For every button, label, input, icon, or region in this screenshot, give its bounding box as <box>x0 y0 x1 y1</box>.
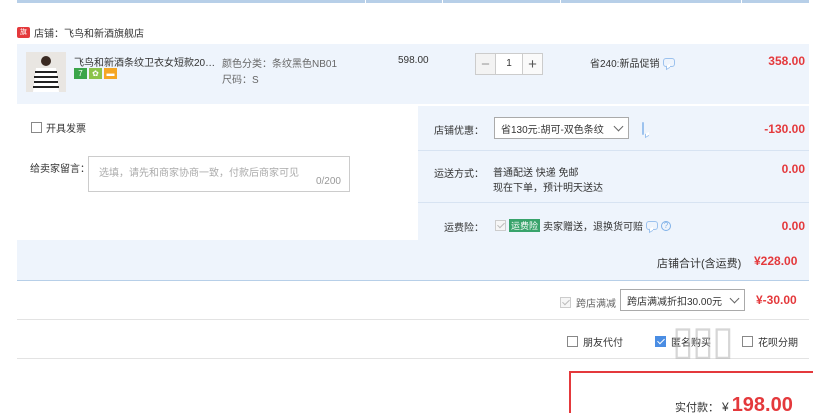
pay-total: 实付款： ¥ 198.00 <box>675 394 793 413</box>
product-title[interactable]: 飞鸟和新酒条纹卫衣女短款202... <box>74 54 219 69</box>
help-icon[interactable]: ? <box>661 220 672 231</box>
shipping-eta: 现在下单，预计明天送达 <box>493 183 603 194</box>
chevron-down-icon <box>613 121 624 131</box>
promo-text: 省240:新品促销 <box>590 59 660 70</box>
sku-color: 颜色分类：条纹黑色NB01 <box>222 59 338 70</box>
item-subtotal: 358.00 <box>768 54 805 68</box>
chat-icon[interactable] <box>642 122 644 135</box>
invoice-option[interactable]: 开具发票 <box>31 120 86 135</box>
remark-label: 给卖家留言： <box>30 164 90 175</box>
shipping-label: 运送方式： <box>434 169 484 180</box>
increase-button[interactable]: + <box>522 53 543 75</box>
table-header-divider <box>17 0 809 3</box>
installment-option[interactable]: 花呗分期 <box>742 334 798 349</box>
unit-price: 598.00 <box>398 55 429 66</box>
cross-store-select-value: 跨店满减折扣30.00元 <box>627 296 723 308</box>
shop-total-value: ¥228.00 <box>754 254 798 268</box>
service-badges: 7 ✿ ▬ <box>74 68 117 79</box>
friend-pay-checkbox[interactable] <box>567 336 578 347</box>
remark-char-count: 0/200 <box>315 176 341 187</box>
divider <box>418 202 809 203</box>
quantity-input[interactable]: 1 <box>496 53 522 75</box>
shop-name[interactable]: 店铺：飞鸟和新酒旗舰店 <box>34 25 144 40</box>
anonymous-checkbox[interactable] <box>655 336 666 347</box>
item-promo: 省240:新品促销 <box>590 55 676 70</box>
product-thumbnail[interactable] <box>26 52 66 92</box>
insurance-tag: 运费险 <box>509 219 541 232</box>
pay-total-amount: 198.00 <box>731 394 793 413</box>
seven-day-return-icon[interactable]: 7 <box>74 68 87 79</box>
installment-label: 花呗分期 <box>758 338 798 349</box>
divider <box>418 150 809 151</box>
quantity-stepper: − 1 + <box>475 53 543 75</box>
shop-discount-select[interactable]: 省130元:胡可-双色条纹 <box>494 117 629 139</box>
shop-total-label: 店铺合计(含运费) <box>657 258 742 270</box>
friend-pay-label: 朋友代付 <box>583 338 623 349</box>
cross-store-checkbox <box>560 297 571 308</box>
decrease-button[interactable]: − <box>475 53 496 75</box>
shop-header: 旗舰 店铺：飞鸟和新酒旗舰店 <box>17 24 144 47</box>
divider <box>17 280 809 281</box>
remark-textarea[interactable]: 选填，请先和商家协商一致，付款后商家可见 0/200 <box>88 156 350 192</box>
cross-store-select[interactable]: 跨店满减折扣30.00元 <box>620 289 745 311</box>
cross-store-option: 跨店满减 <box>560 295 616 310</box>
invoice-checkbox[interactable] <box>31 122 42 133</box>
cross-store-amount: ¥-30.00 <box>756 293 797 307</box>
remark-placeholder: 选填，请先和商家协商一致，付款后商家可见 <box>99 168 299 179</box>
chat-icon[interactable] <box>663 58 676 67</box>
installment-checkbox[interactable] <box>742 336 753 347</box>
chevron-down-icon <box>729 293 740 303</box>
invoice-label: 开具发票 <box>46 124 86 135</box>
insurance-option: 运费险 卖家赠送，退换货可赔 ? <box>495 218 672 233</box>
friend-pay-option[interactable]: 朋友代付 <box>567 334 623 349</box>
cross-store-label: 跨店满减 <box>576 299 616 310</box>
guarantee-icon[interactable]: ✿ <box>89 68 102 79</box>
credit-card-icon[interactable]: ▬ <box>104 68 117 79</box>
shop-discount-value: 省130元:胡可-双色条纹 <box>501 124 604 136</box>
insurance-amount: 0.00 <box>781 219 805 233</box>
pay-total-label: 实付款： <box>675 402 719 413</box>
shipping-method: 普通配送 快递 免邮 <box>493 168 579 179</box>
chat-icon[interactable] <box>646 221 659 230</box>
shop-icon: 旗舰 <box>17 26 30 47</box>
watermark-logo: ▯▯▯ <box>672 319 734 363</box>
sku-size: 尺码：S <box>222 75 259 86</box>
item-row <box>17 44 809 104</box>
currency-symbol: ¥ <box>722 400 729 413</box>
insurance-text: 卖家赠送，退换货可赔 <box>543 222 644 233</box>
shipping-amount: 0.00 <box>781 162 805 176</box>
shop-discount-label: 店铺优惠： <box>434 126 484 137</box>
insurance-label: 运费险： <box>444 223 484 234</box>
insurance-checkbox <box>495 220 506 231</box>
shop-discount-amount: -130.00 <box>764 122 805 136</box>
